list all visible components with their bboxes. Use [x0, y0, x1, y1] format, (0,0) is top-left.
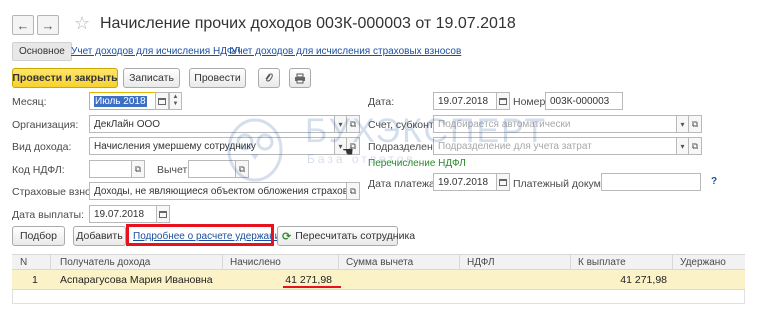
back-button[interactable]: ←	[12, 15, 34, 35]
column-accrued[interactable]: Начислено	[230, 257, 281, 268]
column-payout[interactable]: К выплате	[578, 257, 626, 268]
chevron-up-icon: ▲	[172, 94, 179, 100]
payout-date-calendar-button[interactable]	[156, 205, 170, 223]
deduction-input[interactable]	[188, 160, 236, 178]
printer-icon	[295, 73, 305, 83]
income-type-input[interactable]: Начисления умершему сотруднику	[89, 137, 335, 155]
cell-recipient: Аспарагусова Мария Ивановна	[60, 274, 213, 286]
cell-payout: 41 271,98	[620, 274, 667, 286]
chevron-down-icon: ▾	[338, 119, 343, 129]
open-link-icon: ⧉	[238, 163, 246, 174]
ndfl-code-open-button[interactable]: ⧉	[131, 160, 145, 178]
table-row[interactable]: 1 Аспарагусова Мария Ивановна 41 271,98 …	[12, 270, 745, 290]
cell-accrued: 41 271,98	[285, 274, 332, 286]
payment-date-calendar-button[interactable]	[496, 173, 510, 191]
arrow-left-icon: ←	[16, 17, 30, 33]
calendar-icon	[499, 97, 507, 105]
highlight-underline	[283, 286, 341, 288]
payment-document-input[interactable]	[601, 173, 701, 191]
hand-cursor-icon: ☚	[342, 144, 354, 159]
calendar-icon	[158, 97, 166, 105]
favorite-star-icon[interactable]: ☆	[74, 13, 90, 34]
open-link-icon: ⧉	[349, 185, 357, 196]
account-input[interactable]: Подбирается автоматически	[433, 115, 677, 133]
cell-n: 1	[32, 274, 38, 286]
number-label: Номер:	[513, 96, 549, 108]
month-label: Месяц:	[12, 96, 47, 108]
open-link-icon: ⧉	[349, 118, 357, 129]
table-header: N Получатель дохода Начислено Сумма выче…	[12, 254, 745, 270]
month-input[interactable]: Июль 2018	[89, 92, 156, 110]
column-ndfl[interactable]: НДФЛ	[467, 257, 495, 268]
calendar-icon	[159, 210, 167, 218]
organization-label: Организация:	[12, 119, 79, 131]
ndfl-transfer-text: Перечисление НДФЛ	[368, 158, 466, 169]
refresh-icon: ⟳	[282, 230, 292, 243]
tab-ndfl-accounting[interactable]: Учет доходов для исчисления НДФЛ	[71, 46, 241, 57]
help-icon[interactable]: ?	[711, 176, 717, 187]
month-calendar-button[interactable]	[155, 92, 169, 110]
open-link-icon: ⧉	[691, 118, 699, 129]
organization-open-button[interactable]: ⧉	[346, 115, 360, 133]
post-button[interactable]: Провести	[189, 68, 246, 88]
insurance-open-button[interactable]: ⧉	[346, 182, 360, 200]
arrow-right-icon: →	[41, 17, 55, 33]
organization-input[interactable]: ДекЛайн ООО	[89, 115, 335, 133]
page-title: Начисление прочих доходов 003К-000003 от…	[100, 15, 516, 32]
payout-date-input[interactable]: 19.07.2018	[89, 205, 157, 223]
forward-button[interactable]: →	[37, 15, 59, 35]
column-withheld[interactable]: Удержано	[680, 257, 726, 268]
calendar-icon	[499, 178, 507, 186]
ndfl-code-label: Код НДФЛ:	[12, 164, 65, 176]
chevron-down-icon: ▾	[680, 119, 685, 129]
division-input[interactable]: Подразделение для учета затрат	[433, 137, 677, 155]
table-body-empty	[12, 290, 745, 304]
deduction-label: Вычет:	[157, 164, 191, 176]
recalculate-label: Пересчитать сотрудника	[295, 230, 416, 242]
date-label: Дата:	[368, 96, 395, 108]
deduction-open-button[interactable]: ⧉	[235, 160, 249, 178]
recalculate-button[interactable]: ⟳ Пересчитать сотрудника	[277, 226, 415, 246]
save-button[interactable]: Записать	[123, 68, 180, 88]
column-deduction-sum[interactable]: Сумма вычета	[346, 257, 413, 268]
open-link-icon: ⧉	[134, 163, 142, 174]
chevron-down-icon: ▾	[680, 141, 685, 151]
number-input[interactable]: 003К-000003	[545, 92, 623, 110]
print-button[interactable]	[289, 68, 311, 88]
date-calendar-button[interactable]	[496, 92, 510, 110]
tab-insurance-accounting[interactable]: Учет доходов для исчисления страховых вз…	[231, 46, 461, 57]
payout-date-label: Дата выплаты:	[12, 209, 84, 221]
division-open-button[interactable]: ⧉	[688, 137, 702, 155]
column-recipient[interactable]: Получатель дохода	[60, 257, 150, 268]
select-button[interactable]: Подбор	[12, 226, 65, 246]
date-input[interactable]: 19.07.2018	[433, 92, 497, 110]
chevron-down-icon: ▼	[172, 101, 179, 107]
account-label: Счет, субконто:	[368, 119, 443, 131]
ndfl-code-input[interactable]	[89, 160, 132, 178]
income-type-label: Вид дохода:	[12, 141, 72, 153]
column-n[interactable]: N	[20, 257, 27, 268]
attach-button[interactable]	[258, 68, 280, 88]
month-value: Июль 2018	[94, 95, 147, 107]
add-button[interactable]: Добавить	[73, 226, 126, 246]
month-spinner[interactable]: ▲ ▼	[169, 92, 182, 110]
open-link-icon: ⧉	[691, 140, 699, 151]
payment-date-label: Дата платежа:	[368, 178, 438, 190]
highlight-frame	[126, 224, 274, 246]
insurance-input[interactable]: Доходы, не являющиеся объектом обложения…	[89, 182, 347, 200]
tab-main[interactable]: Основное	[12, 42, 72, 61]
payment-date-input[interactable]: 19.07.2018	[433, 173, 497, 191]
post-and-close-button[interactable]: Провести и закрыть	[12, 68, 118, 88]
account-open-button[interactable]: ⧉	[688, 115, 702, 133]
paperclip-icon	[265, 73, 273, 82]
